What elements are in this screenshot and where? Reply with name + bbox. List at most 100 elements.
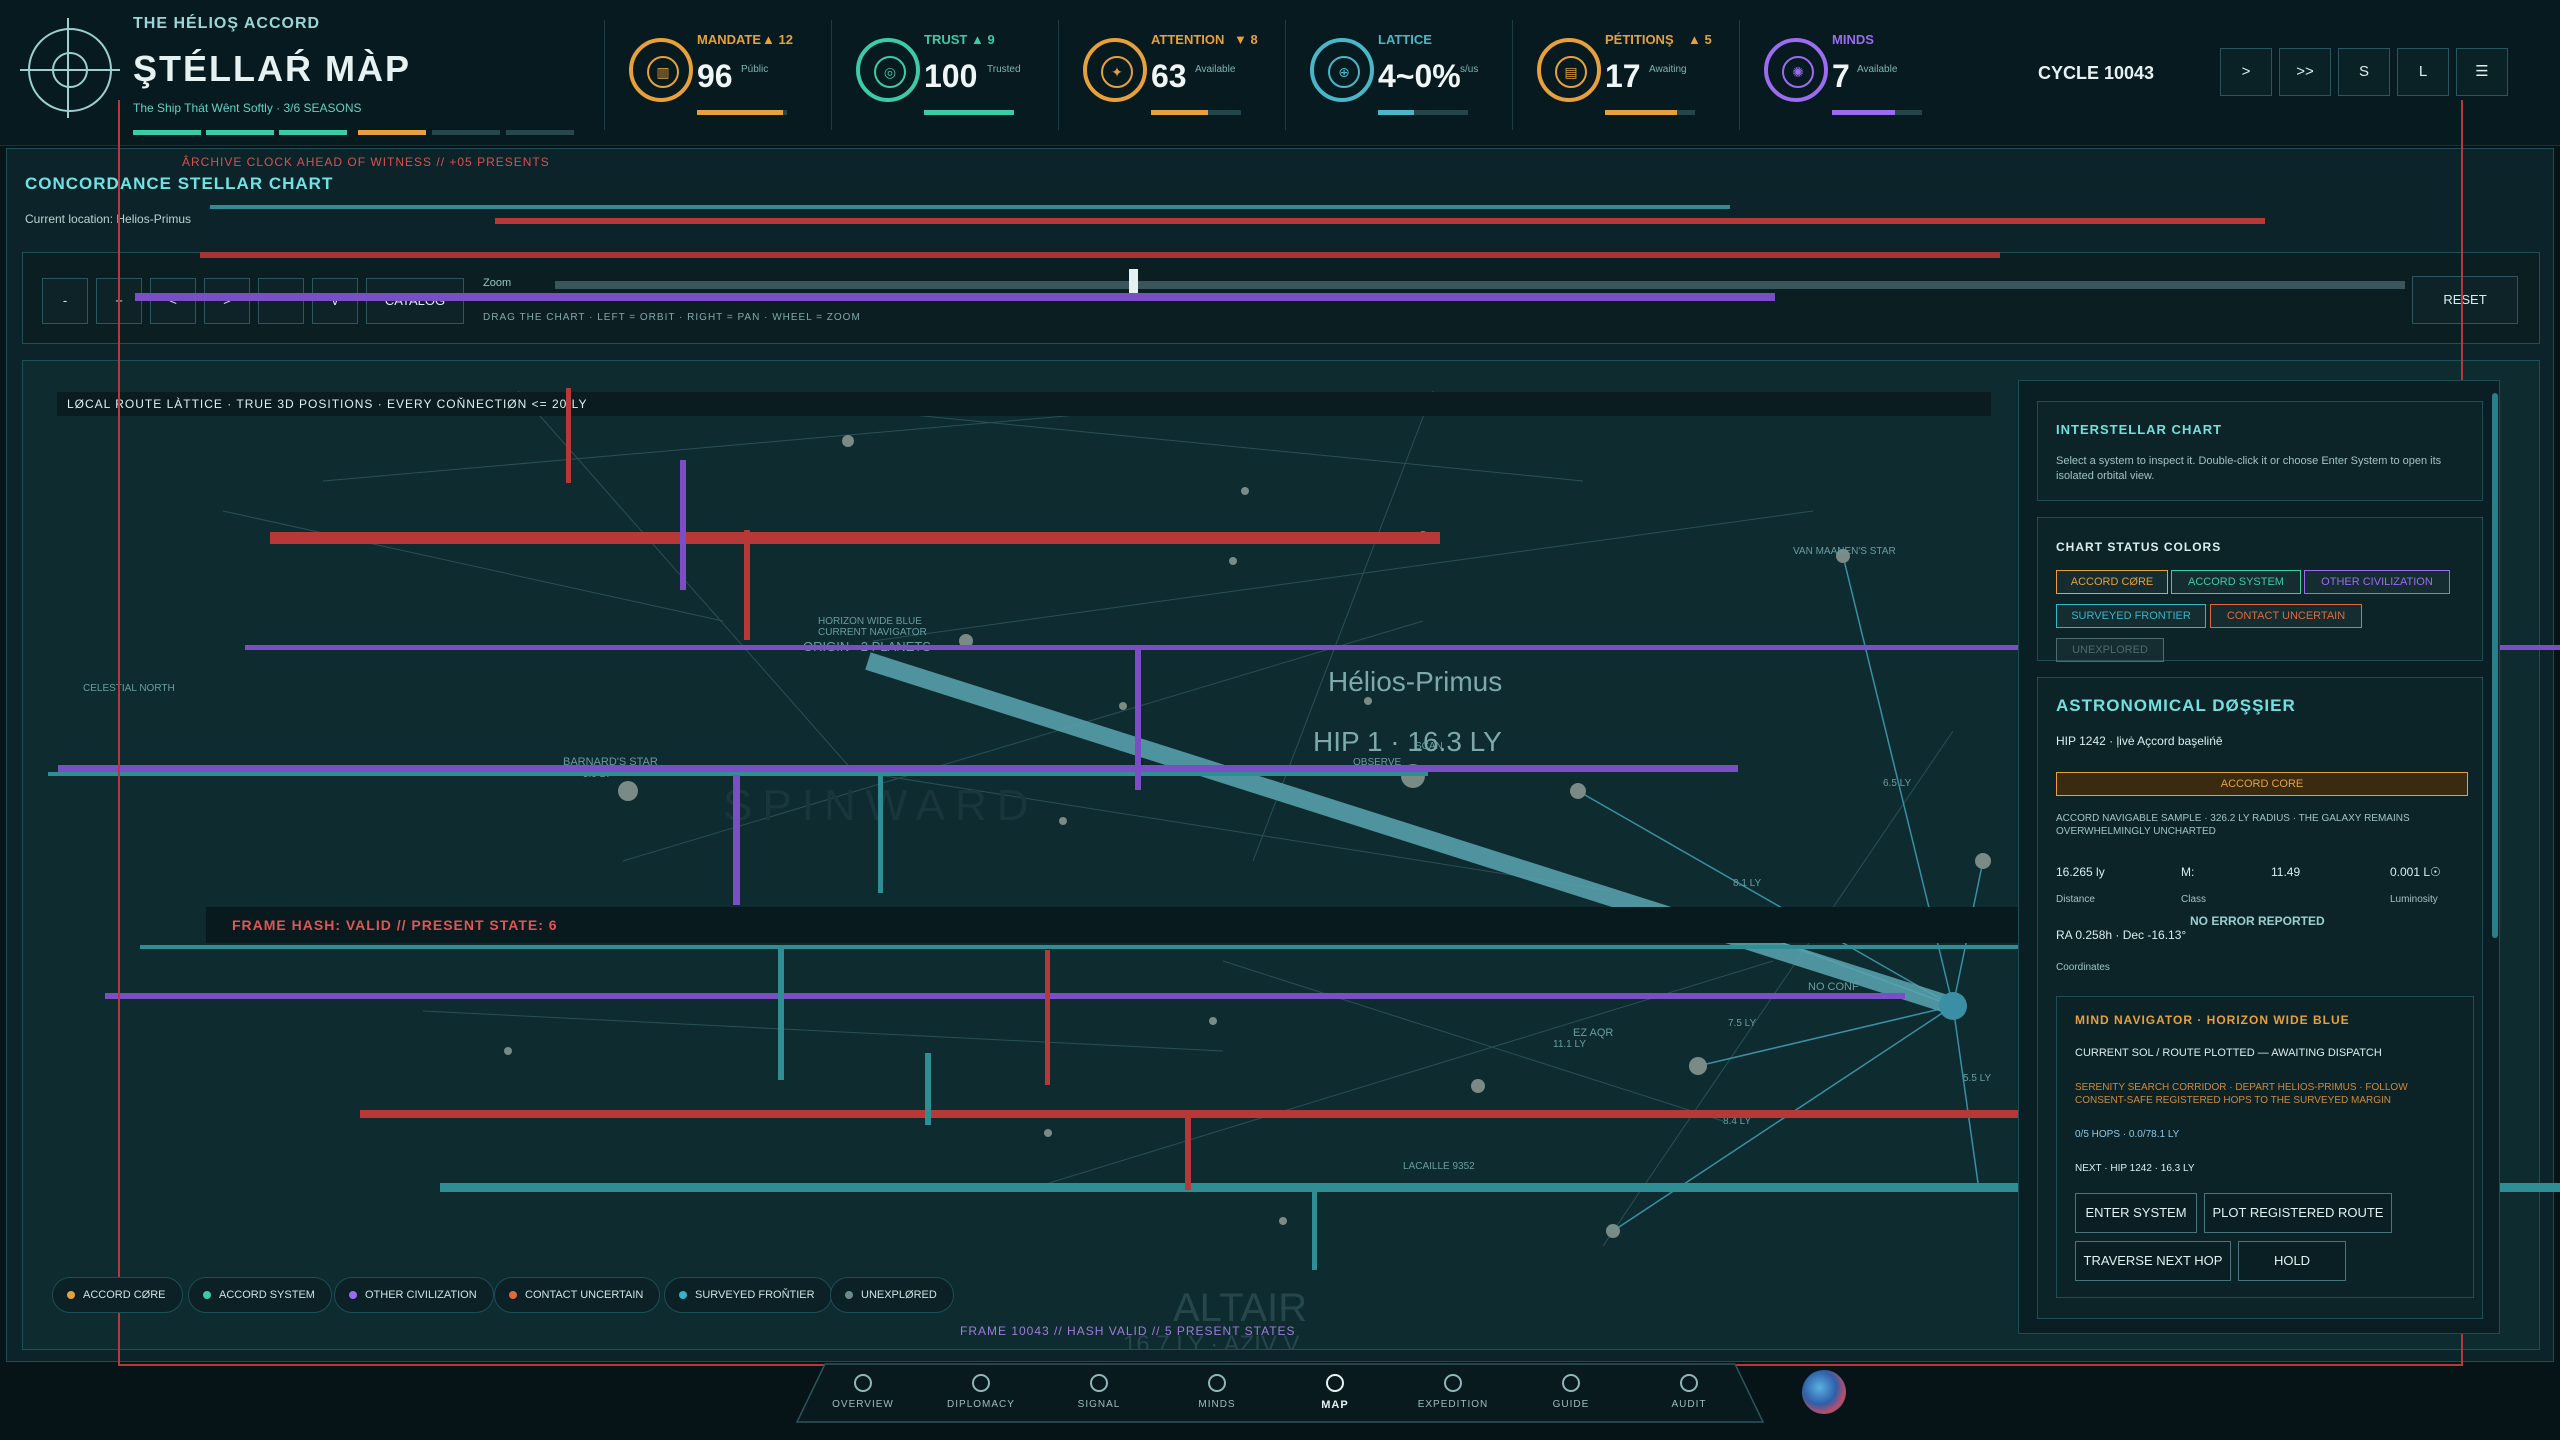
pan-right-button[interactable]: > [204, 278, 250, 324]
mandate-label: MANDATE [697, 32, 762, 47]
stat-petitions[interactable]: ▤ PÉTITIONŞ ▲ 5 17 Awaiting [1512, 20, 1738, 130]
plot-route-button[interactable]: PLOT REGISTERED ROUTE [2204, 1193, 2392, 1233]
pan-up-button[interactable]: ^ [258, 278, 304, 324]
pan-down-button[interactable]: v [312, 278, 358, 324]
class-label: Class [2181, 894, 2207, 905]
nav-label: GUIDE [1552, 1399, 1590, 1410]
legend-label: CONTACT UNCERTAIN [525, 1289, 644, 1301]
legend-item[interactable]: OTHER CIVILIZATION [334, 1277, 494, 1313]
nav-guide[interactable]: GUIDE [1516, 1366, 1626, 1426]
status-chip: SURVEYED FRONTIER [2056, 604, 2206, 628]
guide-icon [1562, 1374, 1580, 1392]
hop-line [1612, 1005, 1954, 1232]
legend-item[interactable]: SURVEYED FROŇTIER [664, 1277, 832, 1313]
zoom-out-button[interactable]: - [42, 278, 88, 324]
lattice-value: 4~0% [1378, 58, 1461, 94]
system-label: CURRENT NAVIGATOR [818, 627, 927, 638]
mind-note: SERENITY SEARCH CORRIDOR · DEPART HELIOS… [2075, 1082, 2408, 1106]
enter-system-button[interactable]: ENTER SYSTEM [2075, 1193, 2197, 1233]
minds-icon: ✺ [1764, 38, 1828, 102]
page-subtitle: The Ship Thát Wênt Softly · 3/6 SEASONS [133, 101, 362, 115]
legend-label: UNEXPLØRED [861, 1289, 937, 1301]
legend-label: SURVEYED FROŇTIER [695, 1289, 815, 1301]
system-label: EZ AQR [1573, 1027, 1614, 1039]
glitch-bar [1045, 950, 1050, 1085]
dossier-scrollbar[interactable] [2492, 393, 2498, 938]
stat-trust[interactable]: ◎ TRUST ▲ 9 100 Trusted [831, 20, 1057, 130]
zoom-slider[interactable] [555, 281, 2405, 289]
legend-item[interactable]: UNEXPLØRED [830, 1277, 954, 1313]
save-button[interactable]: S [2338, 48, 2390, 96]
legend-dot-icon [509, 1291, 517, 1299]
status-colors-title: CHART STATUS COLORS [2056, 540, 2222, 554]
astro-description: ACCORD NAVIGABLE SAMPLE · 326.2 LY RADIU… [2056, 813, 2410, 837]
glitch-bar [140, 945, 2100, 949]
season-segment [432, 130, 500, 135]
legend-item[interactable]: ACCORD CØRE [52, 1277, 183, 1313]
astro-subtitle: HIP 1242 · ļivė Açcord başelińē [2056, 734, 2223, 748]
nav-overview[interactable]: OVERVIEW [808, 1366, 918, 1426]
cycle-counter: CYCLE 10043 [2038, 63, 2155, 83]
legend-item[interactable]: ACCORD SYSTEM [188, 1277, 332, 1313]
play-button[interactable]: > [2220, 48, 2272, 96]
nav-audit[interactable]: AUDIT [1634, 1366, 1744, 1426]
nav-signal[interactable]: SIGNAL [1044, 1366, 1154, 1426]
hold-button[interactable]: HOLD [2238, 1241, 2346, 1281]
catalog-button[interactable]: CATALOG [366, 278, 464, 324]
scan-action[interactable]: SCAN [1415, 741, 1443, 752]
stat-mandate[interactable]: ▥ MANDATE ▲ 12 96 Públic [604, 20, 830, 130]
load-button[interactable]: L [2397, 48, 2449, 96]
star [1570, 783, 1586, 799]
star [1241, 487, 1249, 495]
stat-minds[interactable]: ✺ MINDS 7 Available [1739, 20, 1965, 130]
system-label: VAN MAANEN'S STAR [1793, 546, 1896, 557]
nav-label: SIGNAL [1077, 1399, 1121, 1410]
stat-lattice[interactable]: ⊕ LATTICE 4~0% s/us [1285, 20, 1511, 130]
archive-warning: ÂRCHIVE CLOCK AHEAD OF WITNESS // +05 PR… [182, 155, 550, 169]
traverse-hop-button[interactable]: TRAVERSE NEXT HOP [2075, 1241, 2231, 1281]
legend-label: OTHER CIVILIZATION [365, 1289, 477, 1301]
lattice-link [422, 1010, 1224, 1052]
mind-status: CURRENT SOL / ROUTE PLOTTED — AWAITING D… [2075, 1047, 2382, 1059]
nav-expedition[interactable]: EXPEDITION [1398, 1366, 1508, 1426]
reset-button[interactable]: RESET [2412, 276, 2518, 324]
plotted-route-line [865, 652, 1956, 1015]
system-label: NO CONF [1808, 981, 1859, 993]
nav-diplomacy[interactable]: DIPLOMACY [926, 1366, 1036, 1426]
star [1471, 1079, 1485, 1093]
system-label: LACAILLE 9352 [1403, 1161, 1475, 1172]
frame-footer: FRAME 10043 // HASH VALID // 5 PRESENT S… [960, 1324, 1296, 1338]
class-value: M: [2181, 865, 2195, 879]
stat-attention[interactable]: ✦ ATTENTION ▼ 8 63 Available [1058, 20, 1284, 130]
hop-distance: 5.5 LY [1963, 1073, 1992, 1084]
attention-value: 63 [1151, 58, 1187, 94]
audit-icon [1680, 1374, 1698, 1392]
attention-label: ATTENTION [1151, 32, 1225, 47]
nav-map[interactable]: MAP [1280, 1366, 1390, 1426]
page-title: ŞTÉLLAŔ MÀP [133, 48, 411, 89]
orientation-label: CELESTIAL NORTH [83, 683, 175, 694]
star [1059, 817, 1067, 825]
legend-item[interactable]: CONTACT UNCERTAIN [494, 1277, 661, 1313]
pan-left-button[interactable]: < [150, 278, 196, 324]
route-distance-label: HIP 1 · 16.3 LY [1313, 726, 1502, 757]
nav-minds[interactable]: MINDS [1162, 1366, 1272, 1426]
galaxy-globe-icon[interactable] [1802, 1370, 1846, 1414]
star [1364, 697, 1372, 705]
mandate-icon: ▥ [629, 38, 693, 102]
attention-unit: Available [1195, 64, 1236, 75]
system-label: 11.1 LY [1553, 1039, 1586, 1050]
lattice-icon: ⊕ [1310, 38, 1374, 102]
trust-value: 100 [924, 58, 978, 94]
fast-forward-button[interactable]: >> [2279, 48, 2331, 96]
signal-icon [1090, 1374, 1108, 1392]
status-chip: CONTACT UNCERTAIN [2210, 604, 2362, 628]
menu-button[interactable]: ☰ [2456, 48, 2508, 96]
star [1044, 1129, 1052, 1137]
glitch-bar [200, 252, 2000, 258]
astronomical-dossier-box: ASTRONOMICAL DØŞŞIER HIP 1242 · ļivė Açc… [2037, 677, 2483, 1319]
mandate-progress-bar [697, 110, 787, 115]
current-system-label: Hélios-Primus [1328, 666, 1503, 697]
glitch-bar [778, 945, 784, 1080]
glitch-bar [925, 1053, 931, 1125]
